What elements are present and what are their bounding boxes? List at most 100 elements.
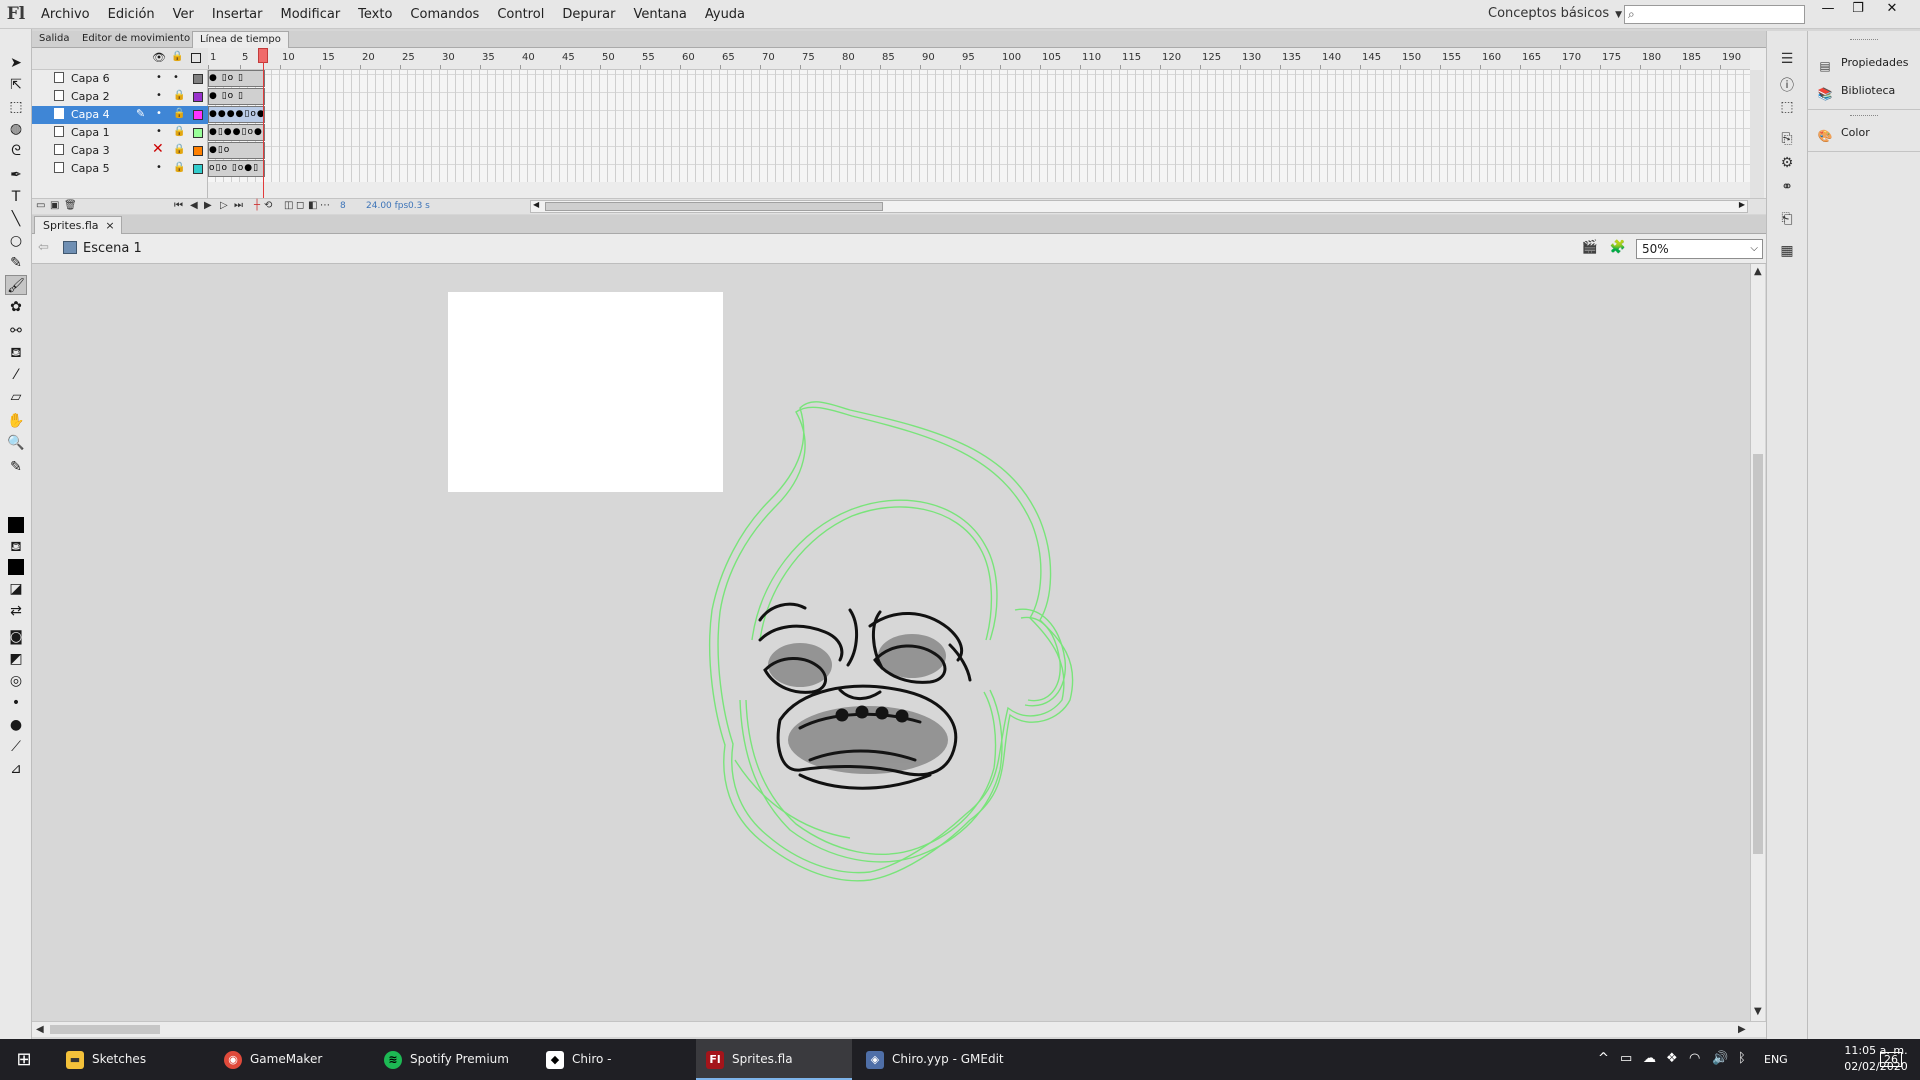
layer-color-swatch[interactable] (193, 92, 203, 102)
elapsed-time[interactable]: 0.3 s (408, 201, 430, 211)
subselection-tool-icon[interactable]: ⇱ (5, 75, 27, 95)
lock-fill-icon[interactable]: ◩ (5, 649, 27, 669)
visibility-dot[interactable]: • (156, 90, 162, 101)
line-tool-icon[interactable]: ╲ (5, 209, 27, 229)
back-arrow-icon[interactable]: ⇦ (38, 240, 49, 255)
frame-grid[interactable] (208, 70, 1750, 182)
layer-frames[interactable]: ●▯●●▯o●▯o (208, 124, 265, 141)
fill-color-icon[interactable]: ⛾ (5, 537, 27, 557)
menu-comandos[interactable]: Comandos (401, 0, 488, 29)
timeline-horizontal-scrollbar[interactable]: ◀ ▶ (530, 200, 1748, 213)
frame-ruler[interactable]: 1 5 10 15 20 25 30 35 40 45 50 55 60 65 70 75 80 85 90 95 10… (208, 48, 1750, 70)
layer-row[interactable]: Capa 4 ✎ • 🔒 (32, 106, 208, 124)
eyedropper-tool-icon[interactable]: ⁄ (5, 365, 27, 385)
swatches-panel-icon[interactable]: ▦ (1777, 243, 1797, 261)
scroll-left-icon[interactable]: ◀ (533, 200, 539, 209)
visibility-dot[interactable]: • (156, 72, 162, 83)
layer-name[interactable]: Capa 3 (71, 144, 110, 157)
onedrive-icon[interactable]: ☁ (1643, 1051, 1656, 1066)
dropbox-icon[interactable]: ❖ (1666, 1051, 1678, 1066)
tab-timeline[interactable]: Línea de tiempo (192, 31, 289, 48)
layer-name[interactable]: Capa 5 (71, 162, 110, 175)
brush-pressure-icon[interactable]: ⟋ (5, 737, 27, 757)
menu-depurar[interactable]: Depurar (553, 0, 624, 29)
minimize-button[interactable]: — (1813, 0, 1843, 20)
loop-icon[interactable]: ⟲ (264, 200, 272, 211)
pen-tool-icon[interactable]: ✒ (5, 165, 27, 185)
menu-ver[interactable]: Ver (164, 0, 203, 29)
volume-icon[interactable]: 🔊 (1712, 1051, 1728, 1066)
visibility-dot[interactable]: • (156, 126, 162, 137)
edit-multiple-frames-icon[interactable]: ◧ (308, 200, 317, 211)
layer-name[interactable]: Capa 6 (71, 72, 110, 85)
frame-rate[interactable]: 24.00 fps (366, 201, 408, 211)
bone-tool-icon[interactable]: ⚯ (5, 321, 27, 341)
lock-all-icon[interactable]: 🔒 (171, 51, 183, 62)
go-first-frame-icon[interactable]: ⏮ (174, 200, 183, 211)
scene-name[interactable]: Escena 1 (83, 241, 142, 256)
stage-pasteboard[interactable]: ▲ ▼ (32, 264, 1766, 1021)
layer-row[interactable]: Capa 5 • 🔒 (32, 160, 208, 178)
eraser-tool-icon[interactable]: ▱ (5, 387, 27, 407)
object-drawing-icon[interactable]: ◙ (5, 627, 27, 647)
show-hidden-icons-icon[interactable]: ^ (1598, 1051, 1609, 1066)
properties-panel-button[interactable]: ▤ Propiedades (1816, 53, 1908, 73)
zoom-select[interactable]: 50% ⌵ (1636, 239, 1763, 259)
lock-icon[interactable]: 🔒 (173, 108, 185, 119)
menu-control[interactable]: Control (488, 0, 553, 29)
windows-start-icon[interactable]: ⊞ (0, 1039, 48, 1080)
layer-name[interactable]: Capa 2 (71, 90, 110, 103)
layer-row[interactable]: Capa 3 ✕ 🔒 (32, 141, 208, 160)
layer-frames[interactable]: ● ▯o ▯ (208, 88, 265, 105)
modify-markers-icon[interactable]: ⋯ (320, 200, 330, 211)
layer-name[interactable]: Capa 1 (71, 126, 110, 139)
tab-output[interactable]: Salida (32, 31, 77, 48)
wifi-icon[interactable]: ◠ (1689, 1051, 1700, 1066)
align-panel-icon[interactable]: ☰ (1777, 51, 1797, 69)
zoom-tool-icon[interactable]: 🔍 (5, 433, 27, 453)
stroke-color-swatch[interactable] (8, 517, 24, 533)
library-panel-button[interactable]: 📚 Biblioteca (1816, 81, 1896, 101)
notifications-badge[interactable]: 26 (1880, 1052, 1902, 1067)
layer-frames[interactable]: ●▯o ▯●●●● (208, 142, 265, 159)
swap-colors-icon[interactable]: ⇄ (5, 601, 27, 621)
new-layer-icon[interactable]: ▭ (36, 200, 45, 211)
layer-color-swatch[interactable] (193, 110, 203, 120)
onion-outlines-icon[interactable]: ◻ (296, 200, 304, 211)
layer-row[interactable]: Capa 2 • 🔒 (32, 88, 208, 106)
scroll-left-icon[interactable]: ◀ (36, 1024, 44, 1035)
scroll-right-icon[interactable]: ▶ (1738, 1024, 1746, 1035)
show-hide-all-icon[interactable]: 👁 (152, 51, 166, 64)
layer-color-swatch[interactable] (193, 128, 203, 138)
menu-edicion[interactable]: Edición (99, 0, 164, 29)
color-panel-button[interactable]: 🎨 Color (1816, 123, 1870, 143)
play-icon[interactable]: ▶ (204, 200, 212, 211)
visibility-dot[interactable]: • (156, 108, 162, 119)
close-tab-icon[interactable]: × (105, 217, 114, 234)
panel-grip[interactable] (1850, 39, 1878, 41)
outline-all-icon[interactable] (191, 53, 201, 63)
layer-frames[interactable]: ● ▯o ▯ (208, 70, 265, 87)
scroll-down-icon[interactable]: ▼ (1754, 1006, 1762, 1017)
stage-vertical-scrollbar[interactable]: ▲ ▼ (1750, 264, 1765, 1021)
brush-shape-icon[interactable]: ● (5, 715, 27, 735)
scroll-right-icon[interactable]: ▶ (1739, 200, 1745, 209)
stroke-color-icon[interactable]: ✎ (5, 457, 27, 477)
layer-frames[interactable]: ●●●●▯o●▯o (208, 106, 265, 123)
bluetooth-icon[interactable]: ᛒ (1738, 1051, 1746, 1066)
face-sketch-drawing[interactable] (32, 264, 1750, 1021)
scroll-up-icon[interactable]: ▲ (1754, 266, 1762, 277)
battery-icon[interactable]: ▭ (1620, 1051, 1632, 1066)
stage-horizontal-scrollbar[interactable]: ◀ ▶ (32, 1021, 1766, 1037)
restore-button[interactable]: ❐ (1843, 0, 1873, 20)
stage-horizontal-thumb[interactable] (50, 1025, 160, 1034)
scroll-thumb[interactable] (545, 202, 883, 211)
paint-bucket-tool-icon[interactable]: ⛾ (5, 343, 27, 363)
edit-symbols-icon[interactable]: 🧩 (1609, 240, 1627, 256)
menu-texto[interactable]: Texto (349, 0, 401, 29)
taskbar-item[interactable]: ▬ Sketches (56, 1039, 206, 1080)
language-indicator[interactable]: ENG (1764, 1053, 1788, 1066)
hand-tool-icon[interactable]: ✋ (5, 411, 27, 431)
frames-area[interactable]: 1 5 10 15 20 25 30 35 40 45 50 55 60 65 70 75 80 85 90 95 10… (208, 48, 1750, 198)
fill-color-swatch[interactable] (8, 559, 24, 575)
